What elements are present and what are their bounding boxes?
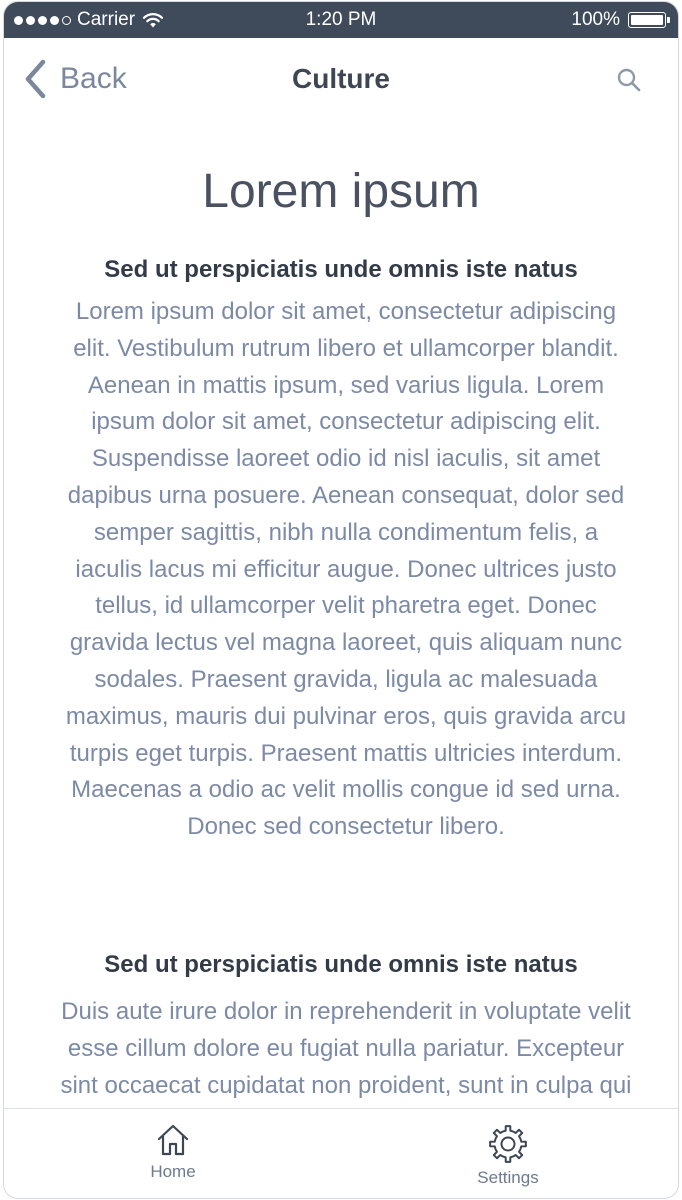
section-body: Lorem ipsum dolor sit amet, consectetur … <box>65 298 627 841</box>
battery-fill <box>631 15 663 25</box>
article-content[interactable]: Lorem ipsum Sed ut perspiciatis unde omn… <box>4 126 678 1108</box>
section-heading: Sed ut perspiciatis unde omnis iste natu… <box>104 256 578 283</box>
home-icon <box>157 1124 189 1156</box>
tab-home[interactable]: Home <box>103 1109 243 1198</box>
battery-percent: 100% <box>571 9 620 30</box>
tab-bar: Home Settings <box>4 1108 678 1198</box>
section-heading: Sed ut perspiciatis unde omnis iste natu… <box>104 951 578 978</box>
tab-home-label: Home <box>150 1162 196 1181</box>
gear-icon <box>489 1125 527 1163</box>
navigation-bar: Back Culture <box>4 38 678 126</box>
tab-settings[interactable]: Settings <box>438 1109 578 1198</box>
phone-screen: Carrier 1:20 PM 100% Back Culture Lorem … <box>4 2 678 1198</box>
status-bar-right: 100% <box>571 9 670 31</box>
page-title: Culture <box>292 63 390 94</box>
article-title: Lorem ipsum <box>202 165 480 218</box>
search-icon[interactable] <box>616 67 642 93</box>
status-bar: Carrier 1:20 PM 100% <box>4 2 678 38</box>
section-body: Duis aute irure dolor in reprehenderit i… <box>60 998 632 1099</box>
tab-settings-label: Settings <box>477 1168 539 1187</box>
battery-icon <box>628 12 670 28</box>
